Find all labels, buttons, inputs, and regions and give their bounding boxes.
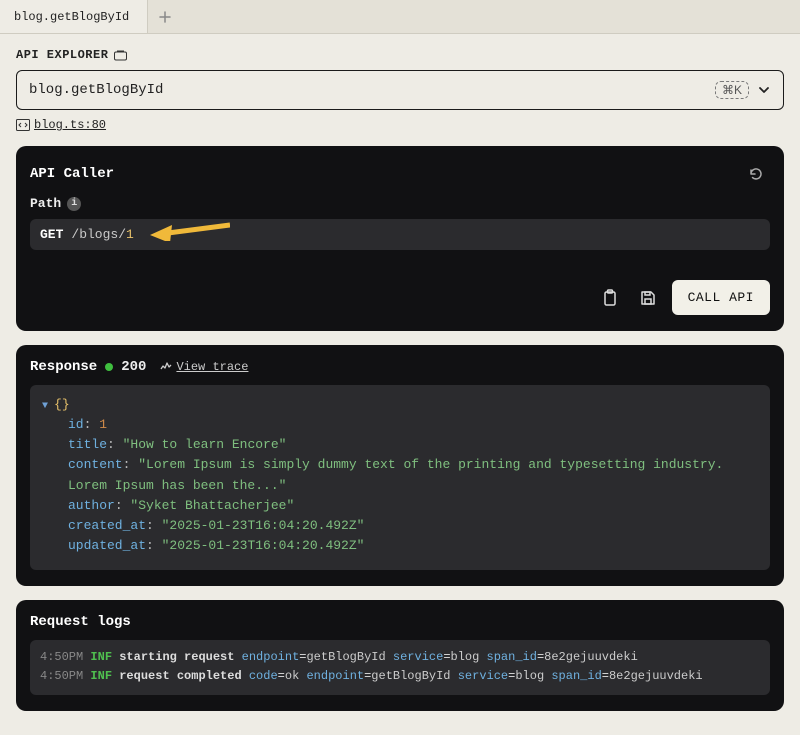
status-dot-icon (105, 363, 113, 371)
status-code: 200 (121, 359, 146, 375)
code-icon (16, 119, 30, 131)
response-json[interactable]: ▼{}id: 1title: "How to learn Encore"cont… (30, 385, 770, 570)
api-caller-panel: API Caller Path i GET /blogs/1 (16, 146, 784, 331)
file-link[interactable]: blog.ts:80 (34, 118, 106, 132)
call-api-button[interactable]: CALL API (672, 280, 770, 315)
api-caller-title: API Caller (30, 166, 114, 182)
request-logs-panel: Request logs 4:50PM INF starting request… (16, 600, 784, 710)
endpoint-selector[interactable]: blog.getBlogById ⌘K (16, 70, 784, 110)
panel-icon (114, 50, 127, 61)
endpoint-value: blog.getBlogById (29, 82, 163, 98)
request-logs-title: Request logs (30, 614, 770, 630)
tab-bar: blog.getBlogById (0, 0, 800, 34)
clipboard-icon (602, 289, 618, 307)
logs-body[interactable]: 4:50PM INF starting request endpoint=get… (30, 640, 770, 694)
shortcut-badge: ⌘K (715, 81, 749, 99)
path-input[interactable]: GET /blogs/1 (30, 219, 770, 250)
plus-icon (159, 11, 171, 23)
path-id: 1 (126, 227, 134, 242)
annotation-arrow-icon (150, 221, 230, 241)
chevron-down-icon[interactable] (757, 83, 771, 97)
save-icon (640, 290, 656, 306)
tab-label: blog.getBlogById (14, 10, 129, 24)
response-panel: Response 200 View trace ▼{}id: 1title: "… (16, 345, 784, 586)
copy-button[interactable] (596, 284, 624, 312)
path-label: Path i (30, 196, 770, 211)
http-method: GET (40, 227, 63, 242)
response-title: Response (30, 359, 97, 375)
undo-icon (748, 166, 764, 182)
api-explorer-label: API EXPLORER (16, 48, 784, 62)
file-location: blog.ts:80 (16, 118, 784, 132)
tab-active[interactable]: blog.getBlogById (0, 0, 148, 33)
info-icon[interactable]: i (67, 197, 81, 211)
view-trace-link[interactable]: View trace (160, 360, 248, 374)
reset-button[interactable] (742, 160, 770, 188)
path-text: /blogs/ (71, 227, 126, 242)
trace-icon (160, 361, 172, 373)
save-button[interactable] (634, 284, 662, 312)
tab-add-button[interactable] (148, 11, 182, 23)
